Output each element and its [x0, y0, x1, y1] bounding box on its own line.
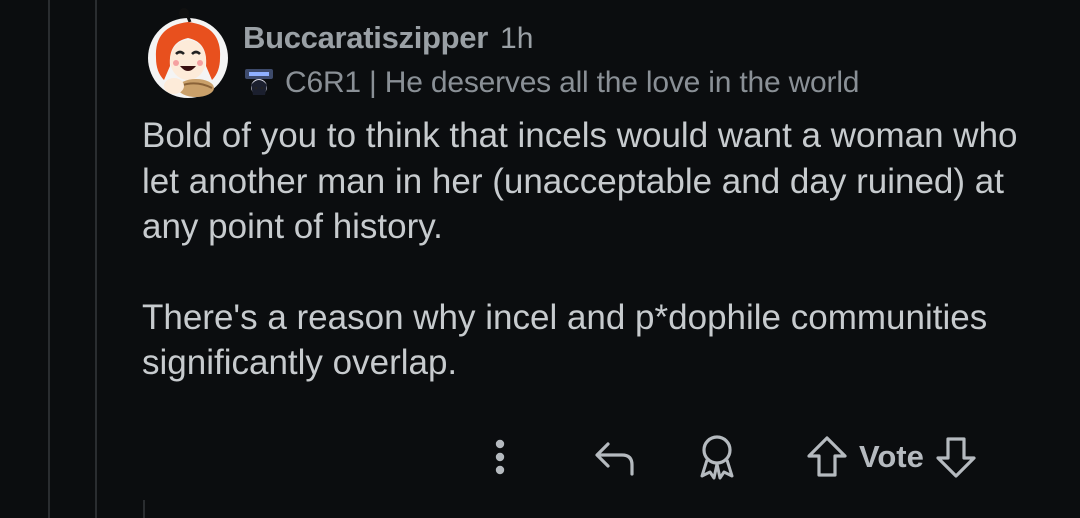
snoo-avatar-icon [148, 8, 228, 98]
flair-text: C6R1 | He deserves all the love in the w… [285, 66, 860, 99]
reply-arrow-icon [595, 442, 634, 476]
comment-action-bar: Vote [0, 430, 1080, 484]
upvote-arrow-icon[interactable] [805, 434, 849, 480]
comment-paragraph: There's a reason why incel and p*dophile… [142, 297, 988, 383]
more-options-button[interactable] [487, 430, 513, 484]
comment-paragraph: Bold of you to think that incels would w… [142, 116, 1018, 246]
user-avatar[interactable] [146, 8, 230, 100]
vote-score: Vote [859, 439, 924, 474]
award-icon [700, 435, 734, 480]
downvote-arrow-icon[interactable] [934, 434, 978, 480]
vertical-dots-icon [495, 439, 505, 475]
user-flair: C6R1 | He deserves all the love in the w… [241, 65, 859, 101]
reply-button[interactable] [592, 430, 638, 484]
character-flair-icon [245, 69, 273, 95]
comment-timestamp: 1h [500, 22, 534, 55]
vote-controls: Vote [805, 430, 978, 484]
award-button[interactable] [694, 430, 740, 484]
comment-header: Buccaratiszipper 1h [243, 20, 533, 56]
thread-line[interactable] [143, 500, 145, 518]
comment-body: Bold of you to think that incels would w… [142, 113, 1062, 431]
username-link[interactable]: Buccaratiszipper [243, 20, 488, 56]
